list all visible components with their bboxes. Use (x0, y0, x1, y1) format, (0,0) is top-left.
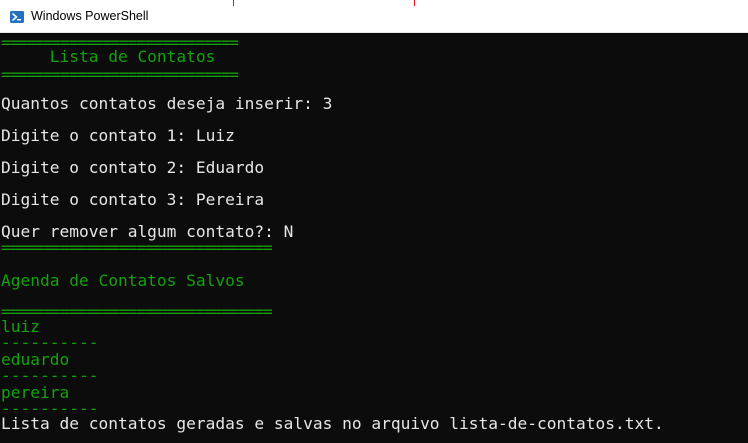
prompt-quantity: Quantos contatos deseja inserir: 3 (1, 94, 333, 113)
powershell-window: Windows PowerShell =====================… (0, 0, 748, 443)
agenda-separator-bottom: ================================ (1, 302, 273, 321)
prompt-contact-3: Digite o contato 3: Pereira (1, 190, 265, 209)
console-output[interactable]: ============================ Lista de Co… (0, 33, 748, 443)
title-bar-accent (414, 0, 415, 6)
header-separator-bottom: ============================ (1, 65, 239, 84)
prompt-contact-1: Digite o contato 1: Luiz (1, 126, 235, 145)
agenda-separator-top: ================================ (1, 238, 273, 257)
agenda-title: Agenda de Contatos Salvos (1, 271, 245, 290)
window-title: Windows PowerShell (31, 9, 149, 23)
powershell-icon (10, 11, 24, 23)
save-confirmation: Lista de contatos geradas e salvas no ar… (1, 414, 664, 433)
header-title: Lista de Contatos (1, 47, 216, 66)
prompt-contact-2: Digite o contato 2: Eduardo (1, 158, 265, 177)
title-bar-accent (233, 0, 234, 6)
title-bar[interactable]: Windows PowerShell (0, 0, 748, 33)
